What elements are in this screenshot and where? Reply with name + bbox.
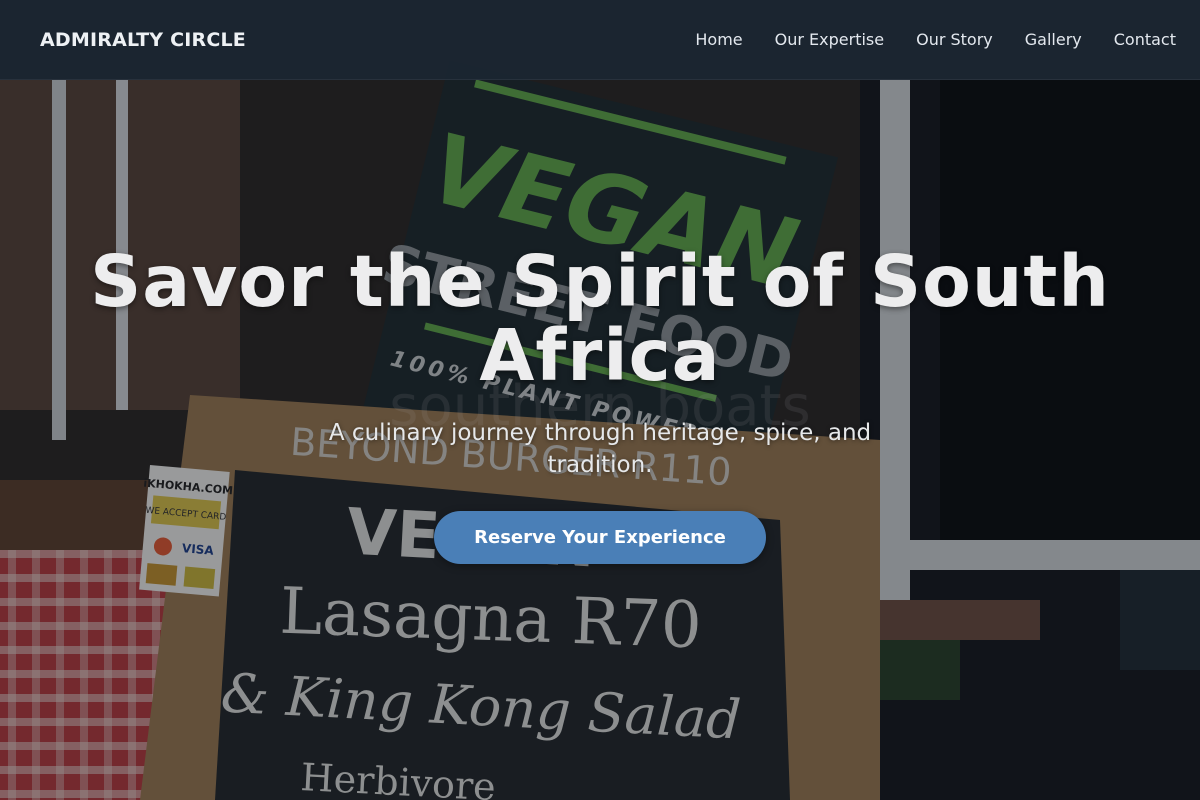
nav-link-contact[interactable]: Contact (1114, 30, 1176, 49)
hero-content: Savor the Spirit of South Africa A culin… (0, 245, 1200, 564)
hero-title: Savor the Spirit of South Africa (90, 240, 1110, 397)
brand-logo[interactable]: ADMIRALTY CIRCLE (40, 29, 246, 51)
reserve-experience-button[interactable]: Reserve Your Experience (434, 511, 766, 564)
nav-link-gallery[interactable]: Gallery (1025, 30, 1082, 49)
top-navbar: ADMIRALTY CIRCLE Home Our Expertise Our … (0, 0, 1200, 80)
nav-links: Home Our Expertise Our Story Gallery Con… (663, 30, 1176, 49)
nav-link-our-expertise[interactable]: Our Expertise (775, 30, 884, 49)
hero-subtitle: A culinary journey through heritage, spi… (328, 420, 872, 478)
nav-link-home[interactable]: Home (695, 30, 742, 49)
hero-section: VEGAN STREET FOOD 100% PLANT POWERED BEY… (0, 0, 1200, 800)
nav-link-our-story[interactable]: Our Story (916, 30, 993, 49)
